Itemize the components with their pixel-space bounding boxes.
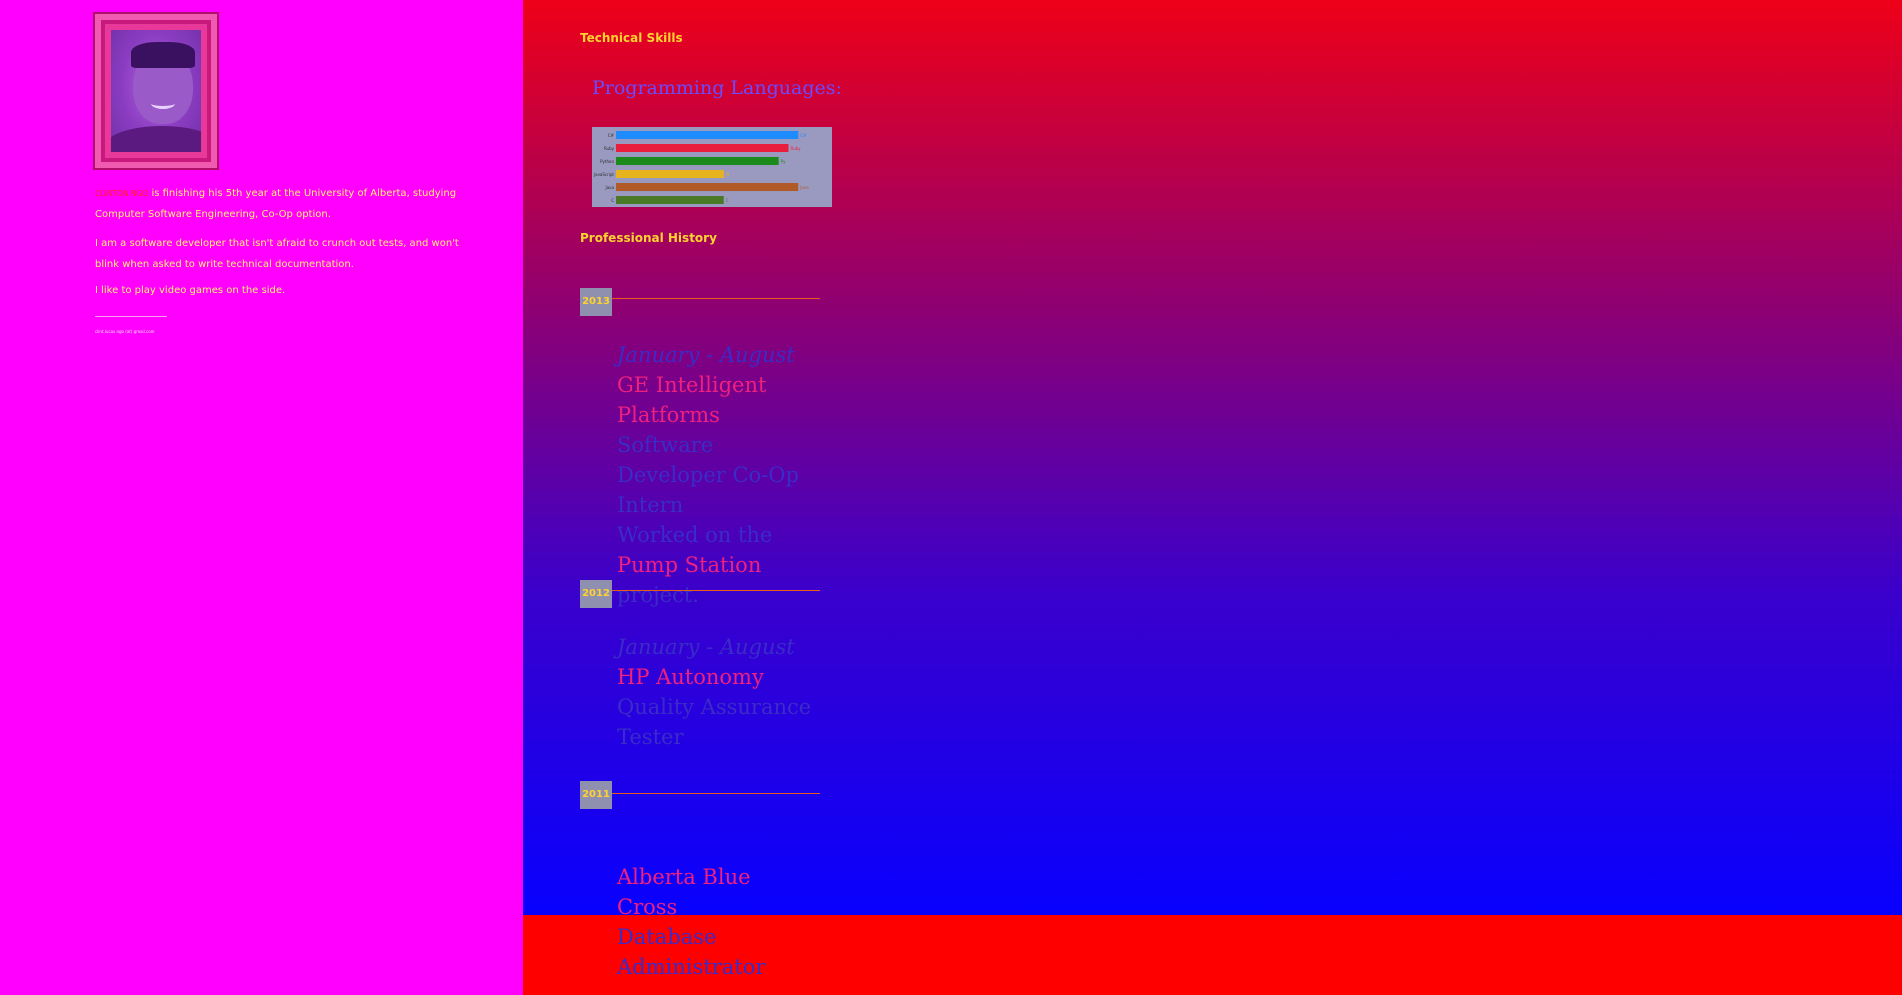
- sidebar: CLINTON NGO is finishing his 5th year at…: [0, 0, 523, 995]
- desc-text-end: project.: [617, 583, 699, 607]
- chart-tick-label: Java: [605, 185, 615, 190]
- entry-company[interactable]: HP Autonomy: [617, 662, 817, 692]
- divider: [95, 316, 167, 317]
- entry-role: Software Developer Co-Op Intern: [617, 433, 799, 517]
- chart-tick-label: C#: [608, 133, 615, 138]
- year-divider: [612, 298, 820, 299]
- pump-station-link[interactable]: Pump Station: [617, 553, 761, 577]
- bio-paragraph-3: I like to play video games on the side.: [95, 285, 286, 296]
- chart-tick-label: JavaScript: [593, 172, 614, 177]
- year-badge-2013: 2013: [580, 288, 612, 316]
- chart-bar: [616, 196, 724, 204]
- chart-data-label: C: [726, 198, 729, 203]
- profile-photo-frame: [95, 14, 217, 168]
- chart-data-label: Java: [799, 185, 809, 190]
- email-link[interactable]: clint.lucas.ngo (at) gmail.com: [95, 329, 155, 334]
- entry-company[interactable]: GE Intelligent Platforms: [617, 370, 817, 430]
- year-badge-2011: 2011: [580, 781, 612, 809]
- chart-bar: [616, 170, 724, 178]
- bio-text-1: is finishing his 5th year at the Univers…: [95, 188, 457, 220]
- history-entry-abc: Alberta Blue Cross Database Administrato…: [617, 862, 817, 982]
- chart-data-label: Ruby: [790, 146, 801, 151]
- year-badge-2012: 2012: [580, 580, 612, 608]
- programming-languages-chart: C# C# Ruby Ruby Python Py JavaScript JS Java Java…: [592, 127, 832, 207]
- bio-paragraph-1: CLINTON NGO is finishing his 5th year at…: [95, 183, 470, 225]
- chart-data-label: JS: [725, 172, 730, 177]
- history-entry-ge: January - August GE Intelligent Platform…: [617, 340, 817, 610]
- entry-role: Database Administrator: [617, 925, 766, 979]
- year-divider: [612, 793, 820, 794]
- chart-tick-label: Ruby: [604, 146, 615, 151]
- history-entry-hp: January - August HP Autonomy Quality Ass…: [617, 632, 817, 752]
- profile-photo: [111, 30, 201, 152]
- chart-bar: [616, 183, 799, 191]
- author-name: CLINTON NGO: [95, 189, 149, 198]
- chart-bar: [616, 157, 779, 165]
- chart-tick-label: Python: [600, 159, 614, 164]
- chart-data-label: C#: [800, 133, 807, 138]
- desc-text: Worked on the: [617, 523, 773, 547]
- entry-date: January - August: [617, 635, 795, 659]
- chart-tick-label: C: [611, 198, 614, 203]
- entry-role: Quality Assurance Tester: [617, 695, 812, 749]
- chart-bar: [616, 144, 789, 152]
- entry-date: January - August: [617, 343, 795, 367]
- chart-data-label: Py: [781, 159, 786, 164]
- bar-chart-svg: C# C# Ruby Ruby Python Py JavaScript JS Java Java…: [592, 127, 832, 207]
- entry-company[interactable]: Alberta Blue Cross: [617, 862, 817, 922]
- technical-skills-heading: Technical Skills: [580, 31, 683, 45]
- chart-bar: [616, 131, 799, 139]
- programming-languages-heading: Programming Languages:: [592, 77, 842, 99]
- bio-paragraph-2: I am a software developer that isn't afr…: [95, 238, 459, 270]
- year-divider: [612, 590, 820, 591]
- professional-history-heading: Professional History: [580, 231, 717, 245]
- entry-description: Worked on the Pump Station project.: [617, 520, 817, 610]
